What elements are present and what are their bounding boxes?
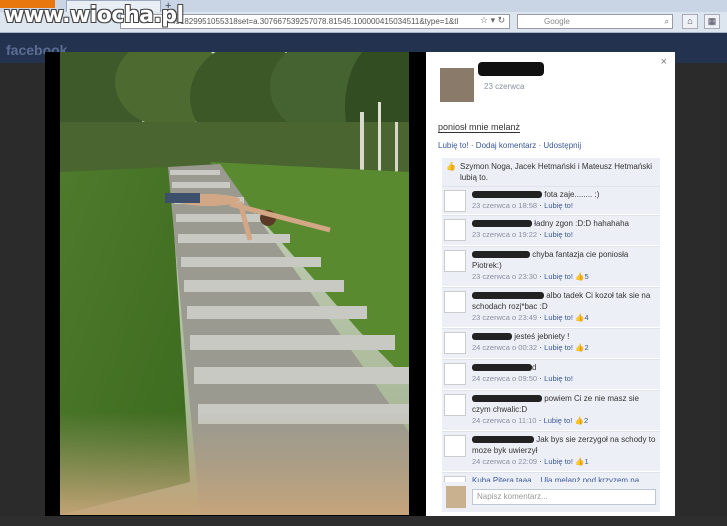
comment-date[interactable]: 23 czerwca o 19:22 bbox=[472, 230, 537, 239]
home-icon[interactable]: ⌂ bbox=[682, 14, 698, 29]
star-icon[interactable]: ☆ ▾ ↻ bbox=[480, 15, 505, 26]
bookmarks-icon[interactable]: ▦ bbox=[704, 14, 720, 29]
comment-list: fota zaje........ :) 23 czerwca o 18:58 … bbox=[442, 186, 660, 492]
comment-date[interactable]: 24 czerwca o 22:09 bbox=[472, 457, 537, 466]
avatar[interactable] bbox=[444, 291, 466, 313]
comment-date[interactable]: 23 czerwca o 23:49 bbox=[472, 313, 537, 322]
avatar[interactable] bbox=[444, 219, 466, 241]
avatar[interactable] bbox=[444, 250, 466, 272]
comment-input[interactable]: Napisz komentarz... bbox=[472, 489, 656, 505]
comment-date[interactable]: 24 czerwca o 11:10 bbox=[472, 416, 536, 425]
comment-text: d bbox=[532, 363, 537, 372]
comment-text: ładny zgon :D:D hahahaha bbox=[534, 219, 629, 228]
list-item: albo tadek Ci kozoł tak sie na schodach … bbox=[442, 287, 660, 327]
like-count[interactable]: 👍5 bbox=[575, 272, 589, 281]
like-link[interactable]: Lubię to! bbox=[544, 343, 573, 352]
like-count-value: 2 bbox=[583, 416, 589, 425]
list-item: chyba fantazja cie poniosła Piotrek:) 23… bbox=[442, 246, 660, 286]
like-count-value: 5 bbox=[584, 272, 589, 281]
like-link[interactable]: Lubię to! bbox=[544, 374, 573, 383]
avatar[interactable] bbox=[444, 394, 466, 416]
like-link[interactable]: Lubię to! bbox=[544, 313, 573, 322]
status-bar bbox=[0, 516, 727, 526]
comment-date[interactable]: 24 czerwca o 09:50 bbox=[472, 374, 537, 383]
post-actions-label[interactable]: Lubię to! · Dodaj komentarz · Udostępnij bbox=[438, 141, 581, 150]
comment-date[interactable]: 23 czerwca o 23:30 bbox=[472, 272, 537, 281]
comments-panel: × 23 czerwca poniosł mnie melanż Lubię t… bbox=[426, 52, 675, 518]
like-link[interactable]: Lubię to! bbox=[544, 272, 573, 281]
avatar[interactable] bbox=[444, 332, 466, 354]
like-count-value: 4 bbox=[584, 313, 589, 322]
like-count[interactable]: 👍2 bbox=[575, 416, 589, 425]
post-date[interactable]: 23 czerwca bbox=[484, 82, 524, 91]
search-placeholder: Google bbox=[544, 17, 570, 26]
post-actions[interactable]: Lubię to! · Dodaj komentarz · Udostępnij bbox=[438, 141, 581, 150]
comment-text: jesteś jebniety ! bbox=[514, 332, 570, 341]
comment-date[interactable]: 23 czerwca o 18:58 bbox=[472, 201, 537, 210]
list-item: fota zaje........ :) 23 czerwca o 18:58 … bbox=[442, 186, 660, 214]
like-link[interactable]: Lubię to! bbox=[544, 201, 573, 210]
avatar[interactable] bbox=[444, 190, 466, 212]
search-input[interactable]: Google ⌕ bbox=[517, 14, 673, 29]
comment-date[interactable]: 24 czerwca o 00:32 bbox=[472, 343, 537, 352]
like-count-value: 1 bbox=[584, 457, 589, 466]
like-link[interactable]: Lubię to! bbox=[544, 416, 573, 425]
search-icon[interactable]: ⌕ bbox=[665, 15, 669, 28]
comment-text: fota zaje........ :) bbox=[544, 190, 600, 199]
like-count[interactable]: 👍4 bbox=[575, 313, 589, 322]
right-column bbox=[675, 63, 727, 526]
avatar bbox=[446, 486, 466, 508]
likes-box: 👍 Szymon Noga, Jacek Hetmański i Mateusz… bbox=[442, 158, 660, 186]
list-item: d 24 czerwca o 09:50 · Lubię to! bbox=[442, 359, 660, 389]
thumbs-up-icon: 👍 bbox=[446, 162, 456, 171]
comment-box: Napisz komentarz... bbox=[442, 482, 660, 512]
avatar[interactable] bbox=[444, 435, 466, 457]
redacted-name bbox=[478, 62, 544, 76]
like-count[interactable]: 👍2 bbox=[575, 343, 589, 352]
list-item: powiem Ci ze nie masz sie czym chwalic:D… bbox=[442, 390, 660, 430]
watermark-logo: www.wiocha.pl bbox=[4, 3, 184, 28]
list-item: ładny zgon :D:D hahahaha 23 czerwca o 19… bbox=[442, 215, 660, 245]
like-count-value: 2 bbox=[584, 343, 589, 352]
avatar[interactable] bbox=[444, 363, 466, 385]
close-icon[interactable]: × bbox=[661, 56, 667, 68]
author-avatar[interactable] bbox=[440, 68, 474, 102]
left-column bbox=[0, 63, 45, 526]
like-link[interactable]: Lubię to! bbox=[544, 230, 573, 239]
list-item: jesteś jebniety ! 24 czerwca o 00:32 · L… bbox=[442, 328, 660, 358]
like-link[interactable]: Lubię to! bbox=[544, 457, 573, 466]
photo[interactable] bbox=[60, 52, 409, 515]
post-caption: poniosł mnie melanż bbox=[438, 122, 521, 133]
list-item: Jak bys sie zerzygoł na schody to moze b… bbox=[442, 431, 660, 471]
like-count[interactable]: 👍1 bbox=[575, 457, 589, 466]
likes-text: Szymon Noga, Jacek Hetmański i Mateusz H… bbox=[460, 162, 653, 182]
